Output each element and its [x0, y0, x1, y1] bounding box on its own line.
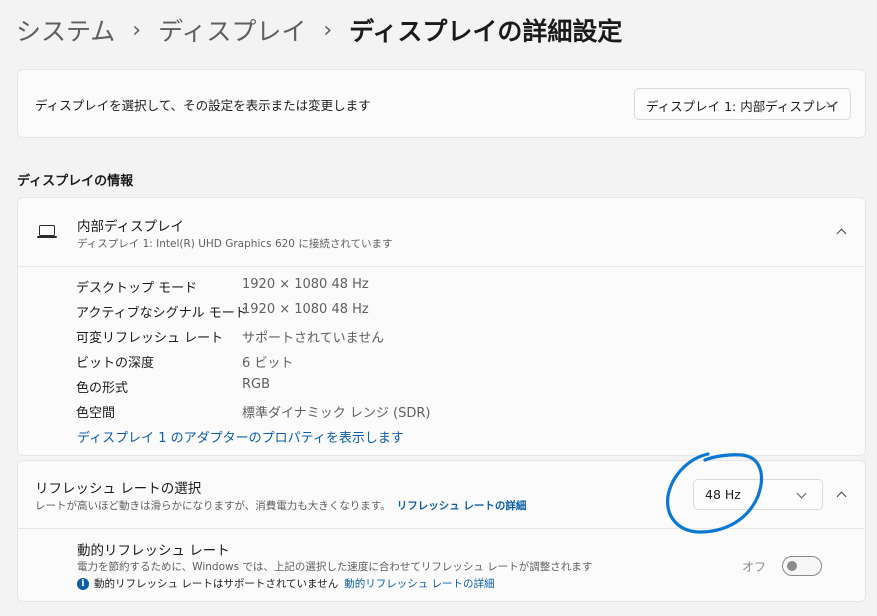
spec-name: 可変リフレッシュ レート: [76, 331, 224, 346]
breadcrumb: システム › ディスプレイ › ディスプレイの詳細設定: [16, 14, 622, 50]
dynamic-refresh-note: i 動的リフレッシュ レートはサポートされていません 動的リフレッシュ レートの…: [77, 576, 495, 591]
refresh-rate-header: リフレッシュ レートの選択 レートが高いほど動きは滑らかになりますが、消費電力も…: [18, 461, 865, 529]
spec-value: 6 ビット: [242, 356, 294, 371]
spec-value: 1920 × 1080 48 Hz: [242, 302, 369, 317]
spec-value: RGB: [242, 377, 271, 392]
refresh-rate-description: レートが高いほど動きは滑らかになりますが、消費電力も大きくなります。: [35, 500, 391, 512]
dynamic-refresh-toggle-label: オフ: [741, 560, 766, 574]
chevron-down-icon: [796, 488, 807, 499]
display-info-card: 内部ディスプレイ ディスプレイ 1: Intel(R) UHD Graphics…: [17, 197, 866, 456]
info-icon: i: [77, 577, 89, 590]
dynamic-refresh-details-link[interactable]: 動的リフレッシュ レートの詳細: [344, 576, 494, 591]
spec-name: 色の形式: [76, 381, 129, 396]
spec-name: アクティブなシグナル モード: [76, 306, 248, 321]
adapter-properties-link[interactable]: ディスプレイ 1 のアダプターのプロパティを表示します: [77, 427, 404, 446]
dynamic-refresh-subtitle: 電力を節約するために、Windows では、上記の選択した速度に合わせてリフレッ…: [77, 561, 593, 573]
refresh-rate-value: 48 Hz: [705, 487, 741, 502]
chevron-up-icon[interactable]: [836, 228, 847, 239]
refresh-rate-subtitle: レートが高いほど動きは滑らかになりますが、消費電力も大きくなります。 リフレッシュ…: [35, 498, 526, 513]
breadcrumb-separator: ›: [132, 18, 142, 43]
dynamic-refresh-title: 動的リフレッシュ レート: [77, 543, 230, 559]
spec-name: 色空間: [76, 406, 116, 421]
chevron-up-icon[interactable]: [836, 491, 847, 502]
refresh-rate-card: リフレッシュ レートの選択 レートが高いほど動きは滑らかになりますが、消費電力も…: [17, 460, 866, 602]
dynamic-refresh-note-text: 動的リフレッシュ レートはサポートされていません: [94, 578, 339, 590]
dynamic-refresh-toggle[interactable]: [782, 556, 822, 576]
spec-name: ビットの深度: [76, 356, 155, 371]
display-info-header[interactable]: 内部ディスプレイ ディスプレイ 1: Intel(R) UHD Graphics…: [18, 198, 865, 267]
spec-value: サポートされていません: [242, 331, 385, 346]
display-select-dropdown[interactable]: ディスプレイ 1: 内部ディスプレイ: [634, 88, 851, 120]
section-title-display-info: ディスプレイの情報: [17, 174, 134, 189]
display-info-title: 内部ディスプレイ: [77, 219, 185, 235]
spec-name: デスクトップ モード: [76, 281, 198, 296]
display-select-label: ディスプレイを選択して、その設定を表示または変更します: [35, 98, 371, 113]
refresh-rate-title: リフレッシュ レートの選択: [35, 481, 202, 497]
display-select-value: ディスプレイ 1: 内部ディスプレイ: [646, 99, 840, 114]
refresh-rate-details-link[interactable]: リフレッシュ レートの詳細: [397, 500, 527, 512]
breadcrumb-display[interactable]: ディスプレイ: [158, 14, 306, 50]
toggle-knob: [787, 561, 797, 571]
display-info-subtitle: ディスプレイ 1: Intel(R) UHD Graphics 620 に接続さ…: [77, 238, 393, 250]
spec-value: 標準ダイナミック レンジ (SDR): [242, 406, 431, 421]
page-title: ディスプレイの詳細設定: [349, 17, 623, 46]
laptop-icon: [37, 223, 57, 239]
refresh-rate-dropdown[interactable]: 48 Hz: [693, 479, 823, 510]
spec-value: 1920 × 1080 48 Hz: [242, 277, 369, 292]
breadcrumb-system[interactable]: システム: [16, 14, 115, 50]
display-select-card: ディスプレイを選択して、その設定を表示または変更します ディスプレイ 1: 内部…: [17, 69, 866, 138]
breadcrumb-separator: ›: [323, 18, 333, 43]
